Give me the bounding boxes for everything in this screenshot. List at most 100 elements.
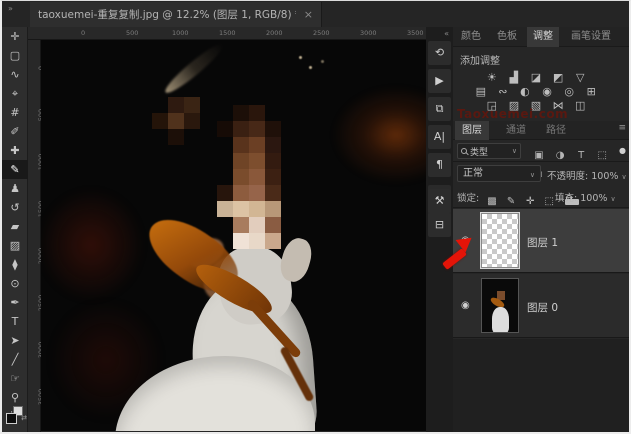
lasso-tool[interactable]: ∿ [2,65,28,84]
layer-filter-row: 类型 ∨ ▣ ◑ T ⬚ ⧈ ● [453,140,629,162]
lock-label: 锁定: [457,190,479,204]
dodge-tool[interactable]: ⊙ [2,274,28,293]
layers-tab-bar: 图层 通道 路径 ≡ [453,121,629,140]
healing-brush-tool[interactable]: ✚ [2,141,28,160]
hand-tool[interactable]: ☞ [2,369,28,388]
layer-name[interactable]: 图层 1 [527,235,558,250]
marquee-tool[interactable]: ▢ [2,46,28,65]
mosaic-block [233,137,249,153]
history-panel-icon[interactable]: ⟲ [428,41,451,65]
move-tool[interactable]: ✛ [2,27,28,46]
clone-source-panel-icon[interactable]: ⧉ [428,97,451,121]
eraser-tool[interactable]: ▰ [2,217,28,236]
lock-position-icon[interactable]: ✛ [523,196,537,207]
ruler-label: 0 [81,29,85,37]
blend-opacity-row: 正常 ∨ 不透明度: 100% ∨ [453,162,629,186]
layer-name[interactable]: 图层 0 [527,300,558,315]
filter-pixel-layers-icon[interactable]: ▣ [531,150,547,161]
ruler-label: 500 [126,29,138,37]
blend-mode-dropdown[interactable]: 正常 ∨ [457,165,541,182]
chevron-down-icon[interactable]: ∨ [621,173,626,181]
close-icon[interactable]: × [304,8,313,21]
actions-panel-icon[interactable]: ▶ [428,69,451,93]
add-adjustment-label: 添加调整 [460,52,500,67]
tools-toolbar: ✛ ▢ ∿ ⌖ # ✐ ✚ ✎ ♟ ↺ ▰ ▨ ⧫ ⊙ ✒ T ➤ ╱ ☞ ⚲ … [2,27,28,432]
panel-menu-icon[interactable]: ≡ [618,123,626,133]
tab-brush-settings[interactable]: 画笔设置 [565,27,617,47]
type-tool[interactable]: T [2,312,28,331]
tool-presets-panel-icon[interactable]: ⚒ [428,189,451,213]
crop-tool[interactable]: # [2,103,28,122]
mosaic-block [249,121,265,137]
color-swatches[interactable]: ⇄ [5,406,25,426]
ruler-label: 1500 [219,29,236,37]
lock-transparent-pixels-icon[interactable]: ▩ [485,196,499,207]
path-selection-tool[interactable]: ➤ [2,331,28,350]
mosaic-block [265,121,281,137]
quick-selection-tool[interactable]: ⌖ [2,84,28,103]
adjustment-icon-selective-color[interactable]: ◫ [572,99,589,112]
pen-tool[interactable]: ✒ [2,293,28,312]
mosaic-block [233,217,249,233]
history-brush-tool[interactable]: ↺ [2,198,28,217]
tab-color[interactable]: 颜色 [455,27,487,47]
panel-collapse-icon[interactable]: « [444,29,449,38]
swap-colors-icon[interactable]: ⇄ [21,414,27,422]
tab-swatches[interactable]: 色板 [491,27,523,47]
eyedropper-tool[interactable]: ✐ [2,122,28,141]
filter-shape-layers-icon[interactable]: ⬚ [594,150,610,161]
layer-0-thumbnail[interactable] [481,278,519,333]
photo-sparkle [299,56,302,59]
lock-fill-row: 锁定: ▩ ✎ ✛ ⬚ 填充: 100% ∨ [453,186,629,208]
opacity-value[interactable]: 100% [591,171,618,182]
document-canvas[interactable] [41,40,426,431]
visibility-eye-icon[interactable]: ◉ [461,300,470,311]
vertical-ruler[interactable]: 0 500 1000 1500 2000 2500 3000 3500 [28,40,41,432]
mosaic-block [265,185,281,201]
mosaic-block [168,97,184,113]
gradient-tool[interactable]: ▨ [2,236,28,255]
layer-row-0[interactable]: ◉ 图层 0 [453,274,629,338]
document-tab[interactable]: taoxuemei-重复复制.jpg @ 12.2% (图层 1, RGB/8)… [30,2,322,27]
horizontal-ruler[interactable]: 0 500 1000 1500 2000 2500 3000 3500 [28,27,426,40]
layer-filter-type-dropdown[interactable]: 类型 ∨ [457,143,521,159]
mosaic-block [233,201,249,217]
layer-1-thumbnail[interactable] [481,213,519,268]
fill-value[interactable]: 100% [580,193,607,204]
mosaic-block [184,113,200,129]
character-panel-icon[interactable]: A| [428,125,451,149]
brush-tool[interactable]: ✎ [2,160,28,179]
tab-layers[interactable]: 图层 [455,121,489,140]
mosaic-block [249,105,265,121]
mosaic-block [249,137,265,153]
tab-channels[interactable]: 通道 [499,121,533,140]
chevron-down-icon: ∨ [512,147,517,155]
fill-label: 填充: [555,193,577,204]
photo-sparkle [309,66,312,69]
tab-adjustments[interactable]: 调整 [527,27,559,47]
foreground-color-swatch[interactable] [6,413,17,424]
toolbar-collapse-icon[interactable]: » [8,4,13,13]
mosaic-block [249,233,265,249]
chevron-down-icon[interactable]: ∨ [610,195,615,203]
filter-type-layers-icon[interactable]: T [573,150,589,161]
photoshop-window: » taoxuemei-重复复制.jpg @ 12.2% (图层 1, RGB/… [0,0,631,434]
blend-mode-value: 正常 [463,168,483,179]
layer-row-1[interactable]: ◉ 图层 1 [453,209,629,273]
mosaic-block [265,137,281,153]
filter-adjustment-layers-icon[interactable]: ◑ [552,150,568,161]
mosaic-block [233,105,249,121]
properties-panel-icon[interactable]: ⊟ [428,213,451,237]
zoom-tool[interactable]: ⚲ [2,388,28,407]
lock-image-pixels-icon[interactable]: ✎ [504,196,518,207]
mosaic-block [265,201,281,217]
mosaic-block [152,113,168,129]
tab-paths[interactable]: 路径 [539,121,573,140]
line-tool[interactable]: ╱ [2,350,28,369]
mosaic-block [168,113,184,129]
paragraph-panel-icon[interactable]: ¶ [428,153,451,177]
clone-stamp-tool[interactable]: ♟ [2,179,28,198]
blur-tool[interactable]: ⧫ [2,255,28,274]
filter-switch-icon[interactable]: ● [619,146,626,155]
ruler-label: 3500 [407,29,424,37]
